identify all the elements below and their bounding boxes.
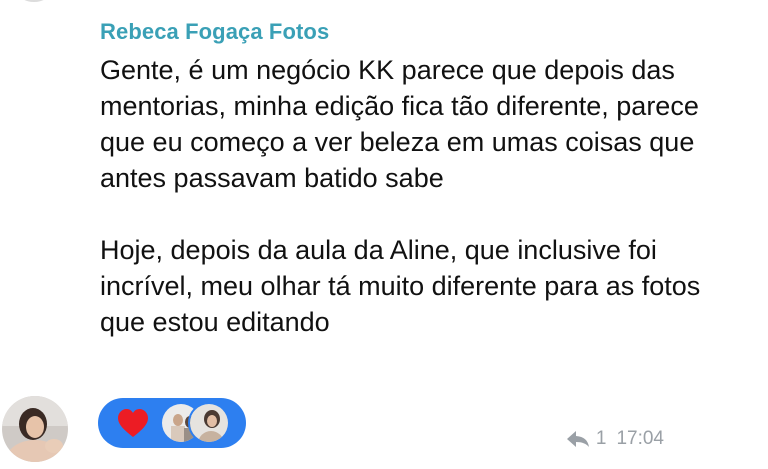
heart-icon <box>118 409 148 437</box>
message-meta: 1 17:04 <box>566 428 664 450</box>
chat-message[interactable]: Rebeca Fogaça Fotos Gente, é um negócio … <box>100 18 740 340</box>
message-text: Gente, é um negócio KK parece que depois… <box>100 55 701 337</box>
reactor-avatar <box>188 402 230 444</box>
previous-avatar <box>18 0 50 2</box>
reply-icon[interactable] <box>566 430 590 448</box>
reaction-pill[interactable] <box>98 398 246 448</box>
message-time: 17:04 <box>616 428 664 449</box>
sender-name[interactable]: Rebeca Fogaça Fotos <box>100 18 740 46</box>
reply-count[interactable]: 1 <box>596 428 607 450</box>
sender-avatar[interactable] <box>2 396 68 462</box>
